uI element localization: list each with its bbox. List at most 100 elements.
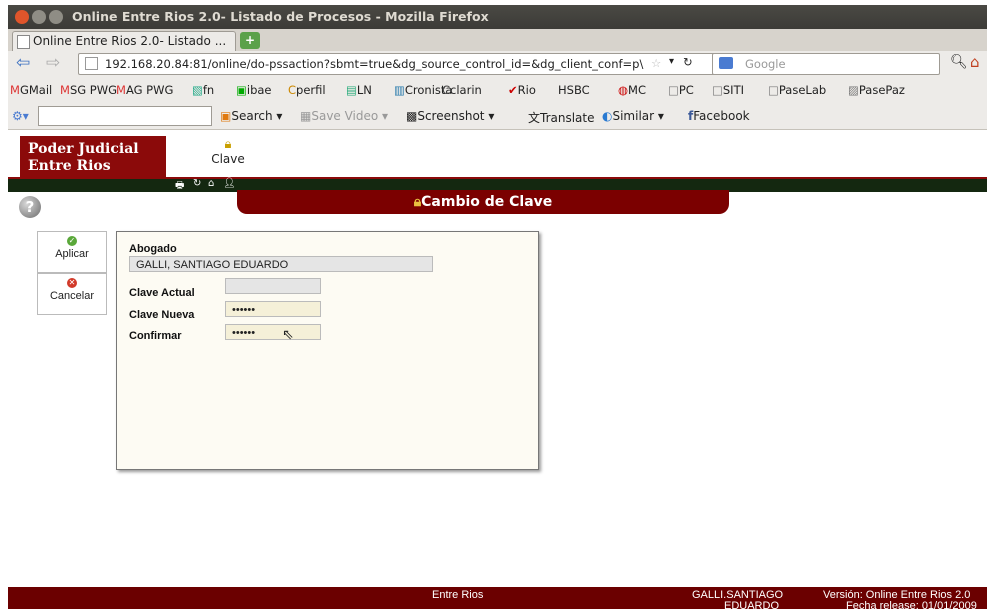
bookmark-label: GMail (19, 83, 53, 97)
check-icon: ✓ (67, 236, 77, 246)
maximize-window-icon[interactable] (49, 10, 63, 24)
clave-actual-field[interactable] (225, 278, 321, 294)
bookmark-favicon-icon: ▨ (848, 83, 859, 97)
lock-icon: 🔒︎ (224, 137, 232, 152)
search-input[interactable]: Google (712, 53, 940, 75)
search-magnifier-icon[interactable]: 🔍︎ (950, 54, 968, 70)
bookmark-label: PasePaz (858, 83, 905, 97)
bookmark-label: MC (628, 83, 646, 97)
confirmar-field[interactable]: •••••• (225, 324, 321, 340)
page-favicon-icon (17, 35, 30, 49)
bookmark-label: Rio (517, 83, 536, 97)
close-window-icon[interactable] (15, 10, 29, 24)
bookmark-clarin[interactable]: Cclarin (442, 83, 482, 97)
confirmar-label: Confirmar (129, 330, 182, 342)
logo-line-1: Poder Judicial (28, 141, 139, 157)
addon-toolbar: ⚙▾ ▣Search ▾ ▦Save Video ▾ ▩Screenshot ▾… (8, 103, 987, 130)
minimize-window-icon[interactable] (32, 10, 46, 24)
bookmark-label: ibae (246, 83, 272, 97)
tab-bar: Online Entre Rios 2.0- Listado ... + (8, 29, 987, 52)
addon-dropdown-icon[interactable]: ⚙▾ (12, 109, 29, 123)
clave-actual-label: Clave Actual (129, 287, 195, 299)
toolbar-translate-button[interactable]: 文Translate (528, 109, 595, 126)
toolbar-save-video-button[interactable]: ▦Save Video ▾ (300, 109, 388, 123)
bookmark-label: SITI (722, 83, 744, 97)
abogado-label: Abogado (129, 243, 177, 255)
cancel-button[interactable]: ✕ Cancelar (37, 273, 107, 315)
bookmark-mc[interactable]: ◍MC (618, 83, 646, 97)
bookmark-sg-pwg[interactable]: MSG PWG (60, 83, 117, 97)
bookmark-pc[interactable]: □PC (668, 83, 694, 97)
bookmark-favicon-icon: □ (668, 83, 679, 97)
search-placeholder: Google (745, 57, 786, 71)
history-dropdown-icon[interactable]: ▾ (669, 56, 674, 67)
refresh-icon[interactable]: ↻ (193, 178, 201, 189)
toolbar-save-video-label: Save Video (311, 109, 379, 123)
bookmark-label: perfil (296, 83, 326, 97)
bookmark-favicon-icon: M (116, 83, 126, 97)
search-engine-icon[interactable] (719, 57, 733, 69)
cancel-label: Cancelar (49, 290, 95, 302)
bookmark-favicon-icon: C (442, 83, 451, 97)
bookmark-favicon-icon: □ (712, 83, 723, 97)
bookmark-gmail[interactable]: MGMail (10, 83, 52, 97)
bookmark-label: SG PWG (69, 83, 118, 97)
toolbar-similar-label: Similar (612, 109, 655, 123)
reload-icon[interactable]: ↻ (683, 55, 693, 69)
bookmark-pasepaz[interactable]: ▨PasePaz (848, 83, 905, 97)
app-header: Poder Judicial Entre Rios 🔒︎ Clave (8, 130, 987, 177)
toolbar-screenshot-label: Screenshot (417, 109, 485, 123)
navigation-bar: ⇦ ⇨ 192.168.20.84:81/online/do-pssaction… (8, 51, 987, 77)
home-app-icon[interactable]: ⌂ (208, 178, 214, 189)
bookmark-siti[interactable]: □SITI (712, 83, 744, 97)
bookmark-ibae[interactable]: ▣ibae (236, 83, 272, 97)
bookmark-favicon-icon: M (60, 83, 70, 97)
menu-clave[interactable]: 🔒︎ Clave (208, 137, 248, 167)
bookmark-label: HSBC (558, 83, 590, 97)
logo-line-2: Entre Rios (28, 158, 111, 174)
browser-tab[interactable]: Online Entre Rios 2.0- Listado ... (12, 31, 236, 52)
page-title: Cambio de Clave (421, 194, 553, 210)
bookmark-fn[interactable]: ▧fn (192, 83, 214, 97)
toolbar-similar-button[interactable]: ◐Similar ▾ (602, 109, 664, 123)
window-titlebar: Online Entre Rios 2.0- Listado de Proces… (8, 5, 987, 29)
app-logo: Poder Judicial Entre Rios (20, 136, 166, 177)
site-identity-icon (85, 57, 98, 70)
forward-arrow-icon[interactable]: ⇨ (46, 53, 60, 73)
bookmarks-bar: MGMail MSG PWG MAG PWG ▧fn ▣ibae Cperfil ▤LN ▥C… (8, 77, 987, 103)
bookmark-favicon-icon: ▧ (192, 83, 203, 97)
mouse-cursor-icon: ⇖ (282, 326, 294, 342)
clave-nueva-field[interactable]: •••••• (225, 301, 321, 317)
bookmark-label: LN (356, 83, 372, 97)
bookmark-favicon-icon: ▣ (236, 83, 247, 97)
bookmark-paselab[interactable]: □PaseLab (768, 83, 826, 97)
bookmark-ag-pwg[interactable]: MAG PWG (116, 83, 173, 97)
url-bar[interactable]: 192.168.20.84:81/online/do-pssaction?sbm… (78, 53, 716, 75)
change-password-form: Abogado GALLI, SANTIAGO EDUARDO Clave Ac… (116, 231, 539, 470)
bookmark-favicon-icon: ◍ (618, 83, 629, 97)
bookmark-star-icon[interactable]: ☆ (651, 56, 661, 70)
addon-search-input[interactable] (38, 106, 212, 126)
bookmark-favicon-icon: ▥ (394, 83, 405, 97)
toolbar-search-label: Search (231, 109, 273, 123)
menu-clave-label: Clave (211, 152, 245, 166)
logout-user-icon[interactable]: 👤︎ (223, 178, 236, 189)
apply-button[interactable]: ✓ Aplicar (37, 231, 107, 273)
back-arrow-icon[interactable]: ⇦ (16, 53, 30, 73)
abogado-field: GALLI, SANTIAGO EDUARDO (129, 256, 433, 272)
toolbar-screenshot-button[interactable]: ▩Screenshot ▾ (406, 109, 494, 123)
bookmark-label: PC (678, 83, 694, 97)
bookmark-favicon-icon: ✔ (508, 83, 518, 97)
toolbar-facebook-button[interactable]: fFacebook (688, 109, 750, 123)
bookmark-rio[interactable]: ✔Rio (508, 83, 536, 97)
bookmark-ln[interactable]: ▤LN (346, 83, 372, 97)
help-icon[interactable]: ? (19, 196, 41, 218)
home-icon[interactable]: ⌂ (970, 53, 980, 71)
print-icon[interactable]: 🖶︎ (175, 178, 184, 195)
bookmark-hsbc[interactable]: HSBC (558, 83, 590, 97)
bookmark-perfil[interactable]: Cperfil (288, 83, 326, 97)
toolbar-search-button[interactable]: ▣Search ▾ (220, 109, 282, 123)
bookmark-favicon-icon: ▤ (346, 83, 357, 97)
new-tab-button[interactable]: + (240, 32, 260, 49)
clave-nueva-label: Clave Nueva (129, 309, 195, 321)
